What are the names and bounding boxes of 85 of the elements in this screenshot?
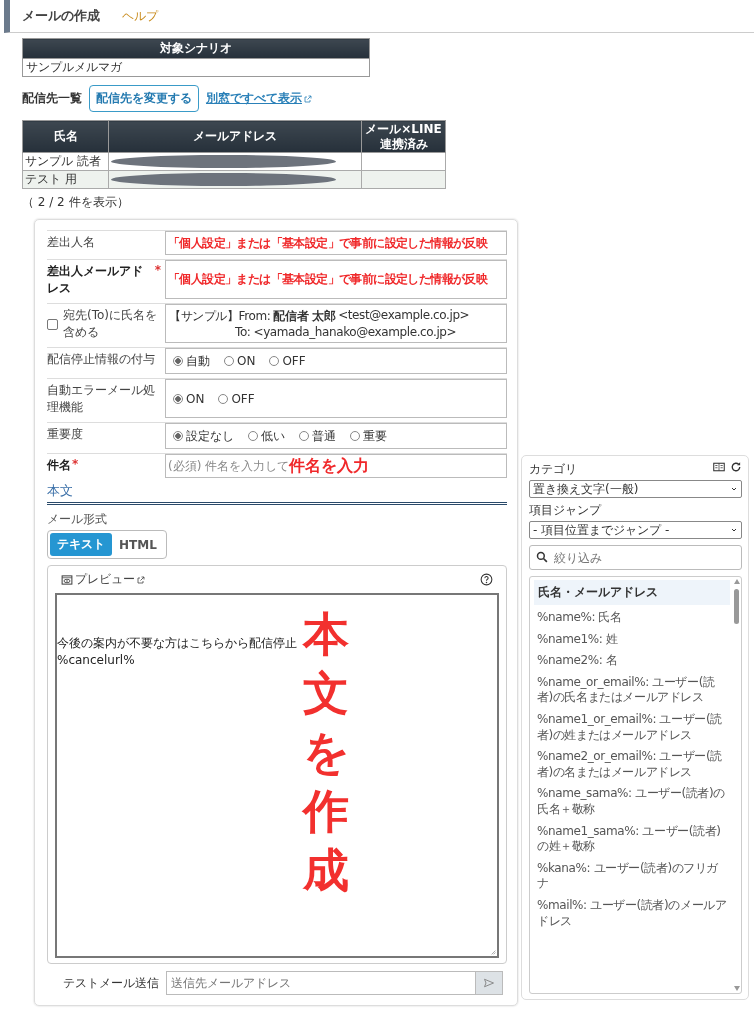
required-mark: *	[72, 457, 79, 471]
field-label: 件名	[47, 457, 71, 474]
external-link-icon	[137, 575, 145, 584]
radio-label[interactable]: 自動	[186, 352, 210, 370]
annotation-text: 件名を入力	[289, 455, 370, 477]
field-label: 差出人メールアドレス	[47, 263, 144, 297]
column-header: メール×LINE 連携済み	[361, 120, 446, 153]
radio-button[interactable]	[224, 356, 234, 366]
group-header: 氏名・メールアドレス	[534, 580, 730, 605]
change-recipients-button[interactable]: 配信先を変更する	[89, 85, 199, 112]
radio-label[interactable]: 普通	[312, 427, 336, 445]
checkbox-label[interactable]: 宛先(To)に氏名を含める	[63, 307, 161, 341]
list-item[interactable]: %name1_sama%: ユーザー(読者)の姓＋敬称	[534, 821, 730, 859]
send-icon	[483, 977, 495, 989]
preview-text: <test@example.co.jp>	[338, 308, 470, 324]
radio-label[interactable]: OFF	[282, 354, 306, 368]
refresh-icon[interactable]	[730, 461, 742, 473]
list-item[interactable]: %name1%: 姓	[534, 629, 730, 652]
radio-button[interactable]	[350, 431, 360, 441]
radio-button[interactable]	[173, 431, 183, 441]
field-label: 項目ジャンプ	[529, 502, 603, 519]
radio-button[interactable]	[173, 393, 183, 404]
radio-button[interactable]	[299, 431, 309, 441]
radio-button[interactable]	[269, 356, 280, 366]
preview-button[interactable]: プレビュー	[61, 571, 145, 588]
preview-text: To:	[235, 325, 251, 339]
preview-text: 【サンプル】From:	[169, 308, 271, 325]
list-item[interactable]: %mail%: ユーザー(読者)のメールアドレス	[534, 895, 730, 934]
list-item[interactable]: %name%: 氏名	[534, 608, 730, 630]
checkbox[interactable]	[47, 318, 58, 330]
radio-label[interactable]: 重要	[363, 427, 387, 445]
field-label: テストメール送信	[63, 974, 159, 992]
list-item[interactable]: %name_sama%: ユーザー(読者)の氏名＋敬称	[534, 784, 730, 822]
preview-text: <yamada_hanako@example.co.jp>	[253, 325, 457, 339]
table-header: 対象シナリオ	[22, 38, 370, 59]
required-mark: *	[154, 263, 161, 277]
eye-icon	[61, 573, 73, 586]
field-label: カテゴリ	[529, 461, 577, 478]
input-field[interactable]: 「個人設定」または「基本設定」で事前に設定した情報が反映	[165, 231, 507, 255]
field-label: 重要度	[47, 426, 83, 443]
email-input[interactable]: 送信先メールアドレス	[166, 971, 476, 995]
table-cell: サンプルメルマガ	[22, 58, 370, 77]
chevron-down-icon	[730, 526, 738, 534]
book-icon[interactable]	[713, 461, 725, 473]
chevron-down-icon	[730, 485, 738, 493]
table-cell: サンプル 読者	[22, 152, 109, 171]
annotation-text: 「個人設定」または「基本設定」で事前に設定した情報が反映	[168, 234, 488, 252]
list-item[interactable]: %name_or_email%: ユーザー(読者)の氏名またはメールアドレス	[534, 672, 730, 710]
radio-button[interactable]	[218, 393, 229, 404]
radio-button[interactable]	[248, 431, 258, 441]
sender-name: 配信者 太郎	[273, 308, 336, 325]
section-heading: 本文	[47, 482, 74, 500]
subject-field[interactable]: (必須) 件名を入力して件名を入力	[165, 454, 507, 478]
annotation-text: 本文を作成	[303, 606, 349, 899]
list-item[interactable]: %name2_or_email%: ユーザー(読者)の名またはメールアドレス	[534, 747, 730, 785]
radio-button[interactable]	[173, 356, 183, 366]
body-text: 今後の案内が不要な方はこちらから配信停止 %cancelurl%	[57, 635, 297, 669]
list-item[interactable]: %kana%: ユーザー(読者)のフリガナ	[534, 858, 730, 896]
result-count: （ 2 / 2 件を表示）	[22, 194, 130, 211]
show-all-link[interactable]: 別窓ですべて表示	[206, 90, 312, 107]
list-item[interactable]: %name2%: 名	[534, 651, 730, 673]
filter-field[interactable]: 絞り込み	[529, 545, 742, 570]
column-header: 氏名	[22, 120, 109, 153]
help-icon[interactable]	[480, 573, 493, 586]
category-dropdown[interactable]: 置き換え文字(一般)	[529, 480, 742, 498]
page-title: メールの作成	[22, 7, 100, 25]
field-label: 差出人名	[47, 234, 95, 251]
send-button[interactable]	[476, 971, 503, 995]
input-field[interactable]: 「個人設定」または「基本設定」で事前に設定した情報が反映	[165, 260, 507, 299]
column-header: メールアドレス	[108, 120, 362, 153]
field-label: 配信停止情報の付与	[47, 351, 155, 368]
jump-dropdown[interactable]: - 項目位置までジャンプ -	[529, 521, 742, 539]
list-item[interactable]: %name1_or_email%: ユーザー(読者)の姓またはメールアドレス	[534, 709, 730, 748]
field-label: 自動エラーメール処理機能	[47, 382, 156, 416]
radio-label[interactable]: OFF	[231, 391, 255, 406]
radio-label[interactable]: 低い	[261, 427, 285, 445]
radio-label[interactable]: ON	[186, 391, 205, 406]
field-label: メール形式	[47, 511, 108, 528]
placeholder-text: (必須) 件名を入力して	[168, 457, 290, 473]
radio-label[interactable]: 設定なし	[186, 427, 234, 445]
section-label: 配信先一覧	[22, 90, 82, 107]
radio-label[interactable]: ON	[237, 354, 256, 368]
external-link-icon	[304, 94, 312, 103]
search-icon	[536, 551, 548, 563]
annotation-text: 「個人設定」または「基本設定」で事前に設定した情報が反映	[168, 271, 488, 288]
